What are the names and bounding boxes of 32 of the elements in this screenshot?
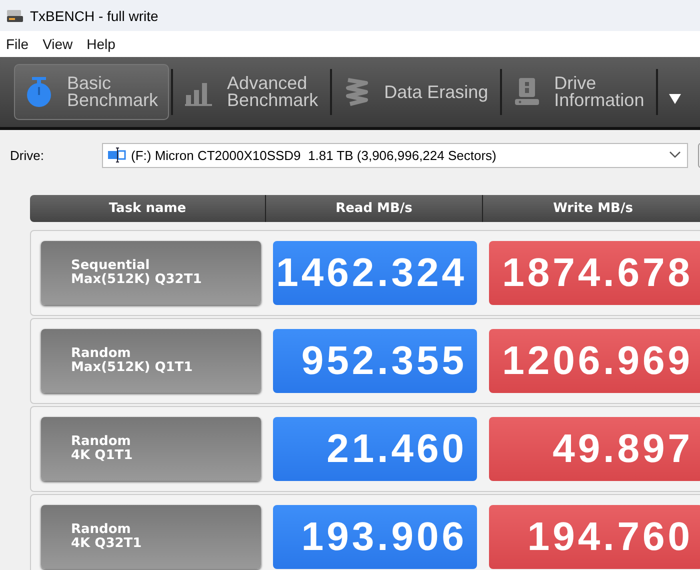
task-button[interactable]: Random 4K Q1T1: [41, 417, 261, 481]
task-button[interactable]: Random Max(512K) Q1T1: [41, 329, 261, 393]
read-value: 1462.324: [273, 241, 477, 305]
toolbar-tab[interactable]: Drive Information: [504, 65, 654, 119]
write-value: 49.897: [489, 417, 700, 481]
toolbar-tab[interactable]: Advanced Benchmark: [175, 65, 328, 119]
field-label: Drive:: [10, 148, 45, 162]
menu-item[interactable]: View: [42, 36, 73, 52]
menu-item[interactable]: File: [6, 36, 29, 52]
spring-icon: [344, 77, 370, 107]
menu-item[interactable]: Help: [86, 36, 116, 52]
write-value: 1206.969: [489, 329, 700, 393]
column-header: Task name: [30, 195, 266, 222]
dropdown-arrow-icon[interactable]: [668, 93, 682, 105]
task-button[interactable]: Sequential Max(512K) Q32T1: [41, 241, 261, 305]
write-value: 1874.678: [489, 241, 700, 305]
window-title: TxBENCH - full write: [30, 8, 158, 24]
write-value: 194.760: [489, 505, 700, 569]
column-header: Write MB/s: [552, 200, 634, 218]
app-icon: [6, 8, 24, 24]
read-value: 193.906: [273, 505, 477, 569]
toolbar-tab[interactable]: Data Erasing: [334, 65, 498, 119]
drive-icon: [514, 77, 540, 107]
read-value: 952.355: [273, 329, 477, 393]
toolbar-tab[interactable]: Basic Benchmark: [14, 64, 170, 120]
read-value: 21.460: [273, 417, 477, 481]
column-header: Read MB/s: [266, 195, 483, 222]
stopwatch-icon: [25, 76, 53, 108]
drive-dropdown[interactable]: (F:) Micron CT2000X10SSD9 1.81 TB (3,906,996,224 Sectors): [102, 142, 688, 168]
chevron-icon: [669, 151, 681, 159]
drive-icon: [107, 147, 127, 163]
task-button[interactable]: Random 4K Q32T1: [41, 505, 261, 569]
